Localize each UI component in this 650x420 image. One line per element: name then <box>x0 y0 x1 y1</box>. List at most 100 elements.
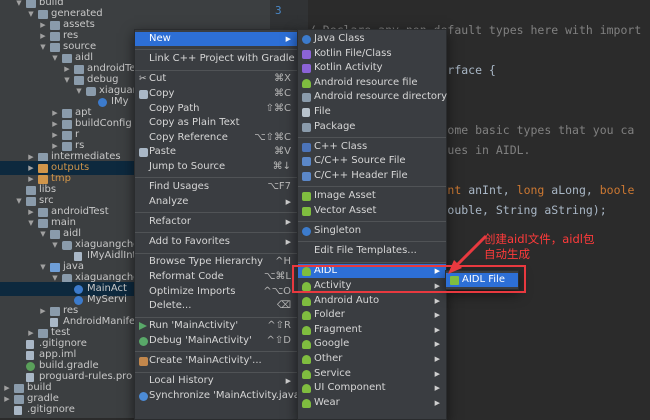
menu-item-wear[interactable]: Wear ▶ <box>298 396 446 410</box>
kt-icon <box>302 49 311 59</box>
annotation-text: 创建aidl文件，aidl包 自动生成 <box>484 232 634 262</box>
menu-item-refactor[interactable]: Refactor ▶ <box>135 215 297 229</box>
menu-separator <box>135 232 297 234</box>
paste-icon <box>139 148 148 158</box>
line-number: 3 <box>275 4 282 17</box>
sync-icon <box>139 392 148 401</box>
menu-item-label: UI Component <box>314 382 386 394</box>
menu-item-edit-file-templates[interactable]: Edit File Templates... <box>298 244 446 258</box>
menu-item-label: Android resource directory <box>314 91 448 103</box>
submenu-arrow-icon: ▶ <box>434 384 440 393</box>
menu-item-other[interactable]: Other ▶ <box>298 352 446 366</box>
menu-separator <box>135 69 297 71</box>
menu-item-service[interactable]: Service ▶ <box>298 367 446 381</box>
shortcut-label: ^⌥O <box>263 285 291 297</box>
menu-item-new[interactable]: New ▶ <box>135 32 297 46</box>
menu-item-jump-to-source[interactable]: Jump to Source ⌘↓ <box>135 160 297 174</box>
menu-item-label: Synchronize 'MainActivity.java' <box>149 390 303 401</box>
droid-icon <box>302 340 311 350</box>
menu-item-delete[interactable]: Delete... ⌫ <box>135 299 297 313</box>
menu-item-c-class[interactable]: C++ Class <box>298 140 446 154</box>
menu-item-vector-asset[interactable]: Vector Asset <box>298 204 446 218</box>
folder-icon <box>302 93 311 103</box>
menu-item-copy-reference[interactable]: Copy Reference ⌥⇧⌘C <box>135 131 297 145</box>
menu-item-copy-as-plain-text[interactable]: Copy as Plain Text <box>135 116 297 130</box>
menu-item-label: Copy as Plain Text <box>149 117 240 129</box>
menu-item-link-c-project-with-gradle[interactable]: Link C++ Project with Gradle <box>135 52 297 66</box>
menu-item-run-mainactivity[interactable]: Run 'MainActivity' ^⇧R <box>135 319 297 333</box>
submenu-arrow-icon: ▶ <box>434 325 440 334</box>
menu-item-label: Find Usages <box>149 181 210 193</box>
menu-item-label: Run 'MainActivity' <box>149 320 239 332</box>
annotation-line-2: 自动生成 <box>484 247 530 261</box>
menu-item-label: Create 'MainActivity'... <box>149 355 262 367</box>
menu-item-android-auto[interactable]: Android Auto ▶ <box>298 294 446 308</box>
new-submenu: Java Class Kotlin File/Class Kotlin Activi… <box>297 29 447 420</box>
menu-item-debug-mainactivity[interactable]: Debug 'MainActivity' ^⇧D <box>135 334 297 348</box>
droid-icon <box>302 78 311 88</box>
menu-separator <box>298 186 446 188</box>
menu-item-java-class[interactable]: Java Class <box>298 32 446 46</box>
menu-item-analyze[interactable]: Analyze ▶ <box>135 195 297 209</box>
menu-item-ui-component[interactable]: UI Component ▶ <box>298 381 446 395</box>
submenu-arrow-icon: ▶ <box>285 35 291 43</box>
menu-item-kotlin-file-class[interactable]: Kotlin File/Class <box>298 47 446 61</box>
menu-item-label: Jump to Source <box>149 161 226 172</box>
menu-item-c-c-header-file[interactable]: C/C++ Header File <box>298 169 446 183</box>
shortcut-label: ⌘V <box>274 146 291 158</box>
menu-item-label: Local History <box>149 375 214 387</box>
menu-item-browse-type-hierarchy[interactable]: Browse Type Hierarchy ^H <box>135 255 297 269</box>
menu-separator <box>135 351 297 353</box>
annotation-arrow <box>448 234 488 274</box>
file-icon <box>302 108 310 117</box>
menu-item-find-usages[interactable]: Find Usages ⌥F7 <box>135 180 297 194</box>
menu-item-label: Wear <box>314 396 340 408</box>
menu-item-label: Copy Path <box>149 102 200 114</box>
menu-item-create-mainactivity[interactable]: Create 'MainActivity'... <box>135 354 297 368</box>
menu-item-copy-path[interactable]: Copy Path ⇧⌘C <box>135 102 297 116</box>
submenu-arrow-icon: ▶ <box>434 340 440 349</box>
menu-separator <box>298 241 446 243</box>
menu-item-paste[interactable]: Paste ⌘V <box>135 145 297 159</box>
submenu-arrow-icon: ▶ <box>434 311 440 320</box>
menu-item-cut[interactable]: ✂ Cut ⌘X <box>135 72 297 86</box>
droid-icon <box>302 398 311 408</box>
menu-item-android-resource-directory[interactable]: Android resource directory <box>298 90 448 104</box>
menu-item-synchronize-mainactivity-java[interactable]: Synchronize 'MainActivity.java' <box>135 389 303 403</box>
cut-icon: ✂ <box>139 74 147 85</box>
menu-item-label: Singleton <box>314 225 362 236</box>
droid-icon <box>302 369 311 379</box>
java-icon <box>302 227 311 236</box>
kt-icon <box>302 64 311 74</box>
menu-item-fragment[interactable]: Fragment ▶ <box>298 323 446 337</box>
java-icon <box>302 35 311 44</box>
submenu-arrow-icon: ▶ <box>434 369 440 378</box>
menu-item-google[interactable]: Google ▶ <box>298 337 446 351</box>
menu-item-file[interactable]: File <box>298 105 446 119</box>
menu-item-add-to-favorites[interactable]: Add to Favorites ▶ <box>135 235 297 249</box>
menu-separator <box>135 316 297 318</box>
menu-item-image-asset[interactable]: Image Asset <box>298 189 446 203</box>
menu-item-label: File <box>314 106 331 117</box>
menu-item-reformat-code[interactable]: Reformat Code ⌥⌘L <box>135 270 297 284</box>
shortcut-label: ⌥⌘L <box>263 271 291 282</box>
menu-item-label: Kotlin File/Class <box>314 47 392 59</box>
menu-item-local-history[interactable]: Local History ▶ <box>135 374 297 388</box>
menu-item-optimize-imports[interactable]: Optimize Imports ^⌥O <box>135 285 297 299</box>
menu-item-c-c-source-file[interactable]: C/C++ Source File <box>298 154 446 168</box>
menu-item-label: C++ Class <box>314 140 368 152</box>
menu-item-label: Cut <box>149 73 167 85</box>
menu-item-label: Debug 'MainActivity' <box>149 335 252 346</box>
menu-item-copy[interactable]: Copy ⌘C <box>135 87 297 101</box>
menu-item-kotlin-activity[interactable]: Kotlin Activity <box>298 61 446 75</box>
menu-item-folder[interactable]: Folder ▶ <box>298 308 446 322</box>
menu-item-label: Other <box>314 353 343 364</box>
menu-item-android-resource-file[interactable]: Android resource file <box>298 76 446 90</box>
shortcut-label: ⇧⌘C <box>265 102 291 114</box>
shortcut-label: ^⇧R <box>267 320 291 332</box>
menu-item-label: Google <box>314 338 350 350</box>
menu-item-label: Link C++ Project with Gradle <box>149 53 295 65</box>
menu-item-singleton[interactable]: Singleton <box>298 224 446 238</box>
menu-item-label: Delete... <box>149 300 192 312</box>
menu-item-package[interactable]: Package <box>298 120 446 134</box>
